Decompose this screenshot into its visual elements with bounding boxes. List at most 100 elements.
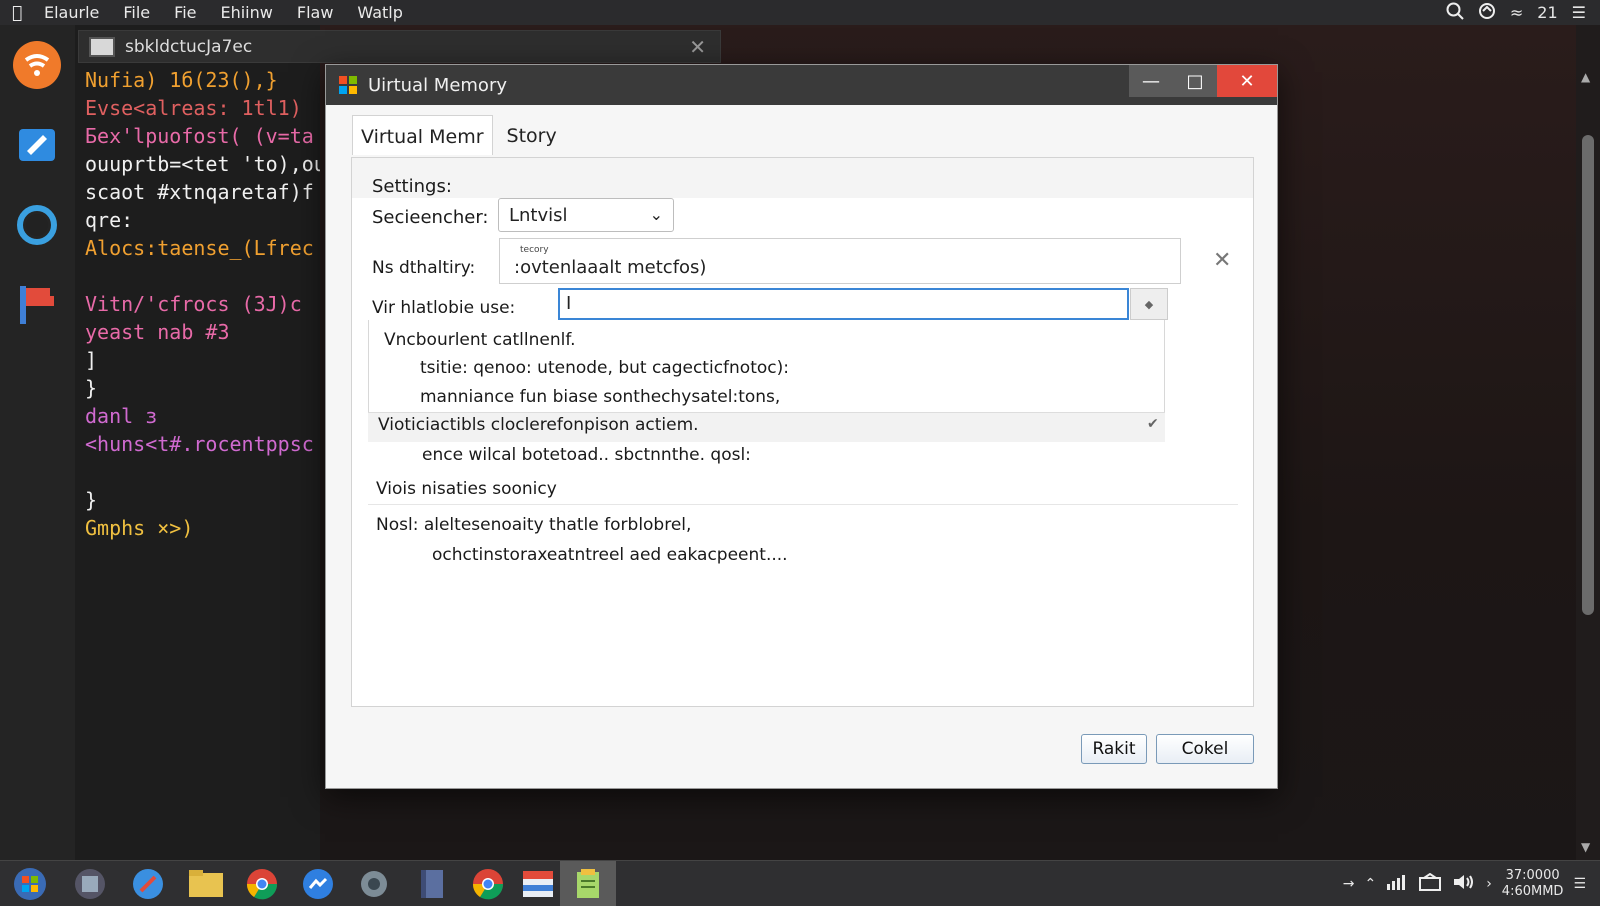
taskbar-safari-icon[interactable] <box>130 867 166 901</box>
scroll-down-icon[interactable]: ▼ <box>1581 840 1590 854</box>
code-line: Nufia) 1б(23(),} <box>85 68 278 92</box>
scroll-up-icon[interactable]: ▲ <box>1581 70 1590 84</box>
field-a-hint: tecory <box>520 245 549 255</box>
vertical-scrollbar[interactable]: ▲ ▼ <box>1576 25 1600 860</box>
code-area[interactable]: Nufia) 1б(23(),} Evse<alreas: 1tl1) Бex'lp… <box>85 66 320 542</box>
tab-story[interactable]: Story <box>493 115 557 155</box>
menu-item-window[interactable]: Flaw <box>297 3 334 22</box>
network-icon[interactable] <box>1418 872 1442 895</box>
flag-window-icon[interactable] <box>520 867 556 901</box>
menubar-status: ≈ 21 ☰ <box>1446 0 1600 25</box>
maximize-button[interactable]: □ <box>1173 65 1217 97</box>
code-line: Бex'lpuofost( (v=ta <box>85 124 314 148</box>
menu-item-app[interactable]: Elaurle <box>44 3 99 22</box>
panel-header-band <box>352 158 1253 198</box>
code-line: scaot #xtnqaretaf)f <box>85 180 314 204</box>
minimize-button[interactable]: — <box>1129 65 1173 97</box>
virtual-memory-dialog: Uirtual Memory — □ ✕ Virtual Memr Story … <box>325 64 1278 789</box>
list-item: tsitie: qenoo: utenode, but cagecticfnot… <box>420 358 789 378</box>
code-line: Alocs:taense_(Lfrec <box>85 236 314 260</box>
close-tab-icon[interactable]: ✕ <box>689 35 706 59</box>
divider <box>368 504 1238 505</box>
app-icon-circle[interactable] <box>12 200 62 250</box>
chrome-icon-2[interactable] <box>470 867 506 901</box>
menu-item-view[interactable]: Ehiinw <box>220 3 272 22</box>
list-item[interactable]: Vioticiactibls cloclerefonpison actiem. <box>378 415 699 435</box>
wifi-icon[interactable]: ≈ <box>1510 3 1523 22</box>
menu-item-help[interactable]: Watlp <box>357 3 402 22</box>
messenger-icon[interactable] <box>300 867 336 901</box>
chevron-right-icon[interactable]: › <box>1486 876 1492 892</box>
menubar:  Elaurle File Fie Ehiinw Flaw Watlp ≈ 2… <box>0 0 1600 25</box>
apple-icon[interactable]:  <box>12 3 32 23</box>
notifications-icon[interactable]: ☰ <box>1573 876 1586 892</box>
system-tray: → ⌃ › 37:0000 4:60MMD ☰ <box>1343 861 1600 906</box>
search-icon[interactable] <box>1446 2 1464 24</box>
list-item: Vncbourlent catllnenlf. <box>384 330 576 350</box>
dialog-tabs: Virtual Memr Story <box>352 115 557 155</box>
clock[interactable]: 37:0000 4:60MMD <box>1502 868 1564 900</box>
code-line: danl з <box>85 404 158 428</box>
tray-arrow-icon[interactable]: → <box>1343 876 1355 892</box>
clock-date: 4:60MMD <box>1501 884 1564 899</box>
note-line: Nosl: aleltesenoaity thatle forblobrel, <box>376 515 692 535</box>
file-icon <box>89 36 115 57</box>
code-line: ouuprtb=<tet 'to),our <box>85 152 320 176</box>
start-button-icon[interactable] <box>12 867 48 901</box>
app-icon-editor[interactable] <box>12 120 62 170</box>
settings-gear-icon[interactable] <box>356 867 392 901</box>
settings-label: Settings: <box>372 176 452 197</box>
dock <box>0 25 75 860</box>
apply-button[interactable]: Rakit <box>1081 734 1147 764</box>
dialog-titlebar[interactable]: Uirtual Memory — □ ✕ <box>326 65 1277 105</box>
app-icon-flag[interactable] <box>12 280 62 330</box>
dialog-title: Uirtual Memory <box>368 74 507 96</box>
notepad-icon[interactable] <box>570 867 606 901</box>
selector-value: Lntvisl <box>509 204 568 226</box>
book-icon[interactable] <box>414 867 450 901</box>
code-line: } <box>85 488 98 512</box>
selector-label: Secieencher: <box>372 207 489 228</box>
field-b-input[interactable]: I <box>558 288 1129 320</box>
field-b-label: Vir hlatlobie use: <box>372 298 516 318</box>
tab-virtual-memory[interactable]: Virtual Memr <box>352 115 493 155</box>
code-line: <huns<t#.rocentppsc <box>85 432 314 456</box>
editor-tab-title: sbkldctucJa7ec <box>125 36 253 57</box>
code-line: yeast nab #3 <box>85 320 230 344</box>
selector-dropdown[interactable]: Lntvisl ⌄ <box>498 198 674 232</box>
taskbar-app-icon[interactable] <box>72 867 108 901</box>
spinner-stepper[interactable]: ◆ <box>1130 288 1168 320</box>
signal-icon[interactable] <box>1386 874 1408 894</box>
cancel-button[interactable]: Cokel <box>1156 734 1254 764</box>
code-line: qre: <box>85 208 134 232</box>
menu-item-edit[interactable]: Fie <box>174 3 196 22</box>
code-line: Gmphs ×>) <box>85 516 194 540</box>
taskbar: → ⌃ › 37:0000 4:60MMD ☰ <box>0 860 1600 906</box>
chevron-up-icon[interactable]: ⌃ <box>1364 876 1376 892</box>
app-icon-orange[interactable] <box>12 40 62 90</box>
menu-item-file[interactable]: File <box>123 3 150 22</box>
code-line: Vitn/'cfrocs (ЗЈ)c <box>85 292 302 316</box>
code-line: } <box>85 376 98 400</box>
sync-icon[interactable] <box>1478 2 1496 24</box>
hamburger-menu-icon[interactable]: ☰ <box>1572 3 1586 22</box>
field-a-input[interactable]: tecory :ovtenlaaalt metcfos) <box>499 238 1181 284</box>
list-item: manniance fun biase sonthechysatel:tons, <box>420 387 781 407</box>
scrollbar-thumb[interactable] <box>1582 135 1594 615</box>
editor-tab[interactable]: sbkldctucJa7ec ✕ <box>78 30 721 63</box>
windows-logo-icon <box>339 76 357 94</box>
code-line: ] <box>85 348 98 372</box>
clear-icon[interactable]: ✕ <box>1213 248 1231 273</box>
note-line: ochctinstoraxeatntreel aed eakacpeent...… <box>432 545 788 565</box>
chevron-down-icon: ⌄ <box>649 205 663 224</box>
code-line: Evse<alreas: 1tl1) <box>85 96 302 120</box>
menubar-number: 21 <box>1537 3 1558 22</box>
chrome-icon[interactable] <box>244 867 280 901</box>
volume-icon[interactable] <box>1452 873 1476 895</box>
close-button[interactable]: ✕ <box>1217 65 1277 97</box>
field-a-value: :ovtenlaaalt metcfos) <box>514 257 707 278</box>
checkmark-icon: ✔ <box>1147 416 1159 432</box>
folder-icon[interactable] <box>188 867 224 901</box>
